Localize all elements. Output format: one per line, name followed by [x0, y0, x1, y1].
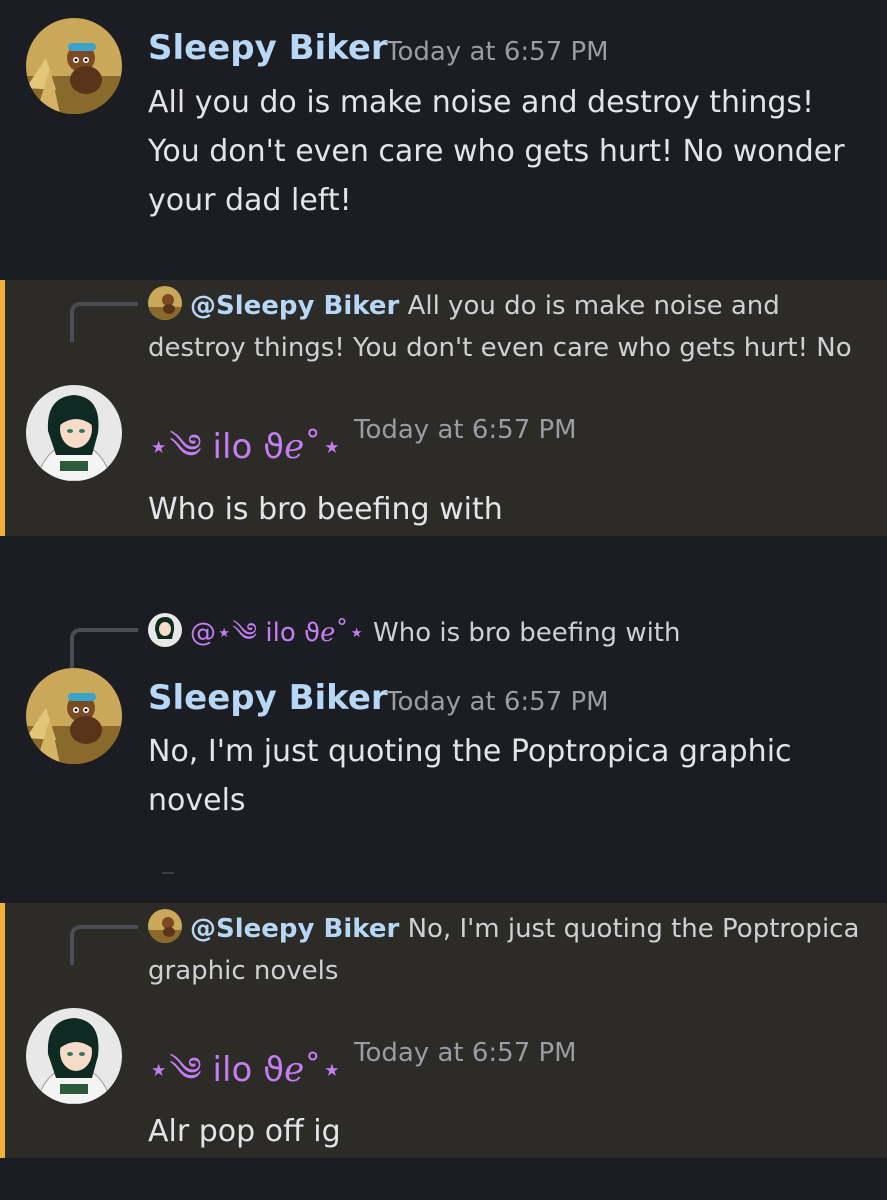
timestamp: Today at 6:57 PM [386, 687, 609, 717]
message-text: Who is bro beefing with [148, 492, 503, 527]
message-item[interactable]: @⋆༄ ilo ϑℯ˚⋆ Who is bro beefing with Sle… [0, 600, 887, 860]
avatar[interactable] [26, 668, 122, 764]
message-item[interactable]: @Sleepy Biker All you do is make noise a… [0, 280, 887, 536]
cartoon-biker-avatar [148, 909, 182, 943]
message-text: All you do is make noise and destroy thi… [148, 85, 845, 218]
reply-avatar [148, 613, 182, 647]
anime-girl-avatar [26, 385, 122, 481]
reply-text: Who is bro beefing with [373, 618, 681, 648]
anime-girl-avatar [148, 613, 182, 647]
message-item[interactable]: @Sleepy Biker No, I'm just quoting the P… [0, 903, 887, 1158]
reply-connector [70, 925, 138, 965]
reply-preview[interactable]: @Sleepy Biker No, I'm just quoting the P… [148, 908, 868, 992]
reply-connector [70, 302, 138, 342]
message-item[interactable]: Sleepy Biker Today at 6:57 PM All you do… [0, 0, 887, 245]
reply-mention[interactable]: @Sleepy Biker [190, 914, 399, 944]
message-text: No, I'm just quoting the Poptropica grap… [148, 734, 792, 818]
cartoon-biker-avatar [26, 668, 122, 764]
chat-message-list: Sleepy Biker Today at 6:57 PM All you do… [0, 0, 887, 1200]
reply-preview[interactable]: @⋆༄ ilo ϑℯ˚⋆ Who is bro beefing with [148, 612, 868, 654]
avatar[interactable] [26, 18, 122, 114]
timestamp: Today at 6:57 PM [386, 37, 609, 67]
cartoon-biker-avatar [26, 18, 122, 114]
username[interactable]: Sleepy Biker [148, 678, 388, 718]
timestamp: Today at 6:57 PM [354, 415, 577, 445]
message-text: Alr pop off ig [148, 1114, 341, 1149]
reply-preview[interactable]: @Sleepy Biker All you do is make noise a… [148, 285, 868, 369]
divider [162, 872, 174, 874]
reply-mention[interactable]: @Sleepy Biker [190, 291, 399, 321]
avatar[interactable] [26, 385, 122, 481]
reply-avatar [148, 909, 182, 943]
anime-girl-avatar [26, 1008, 122, 1104]
reply-connector [70, 628, 138, 668]
avatar[interactable] [26, 1008, 122, 1104]
cartoon-biker-avatar [148, 286, 182, 320]
reply-mention[interactable]: @⋆༄ ilo ϑℯ˚⋆ [190, 618, 365, 648]
username[interactable]: Sleepy Biker [148, 28, 388, 68]
reply-avatar [148, 286, 182, 320]
timestamp: Today at 6:57 PM [354, 1038, 577, 1068]
